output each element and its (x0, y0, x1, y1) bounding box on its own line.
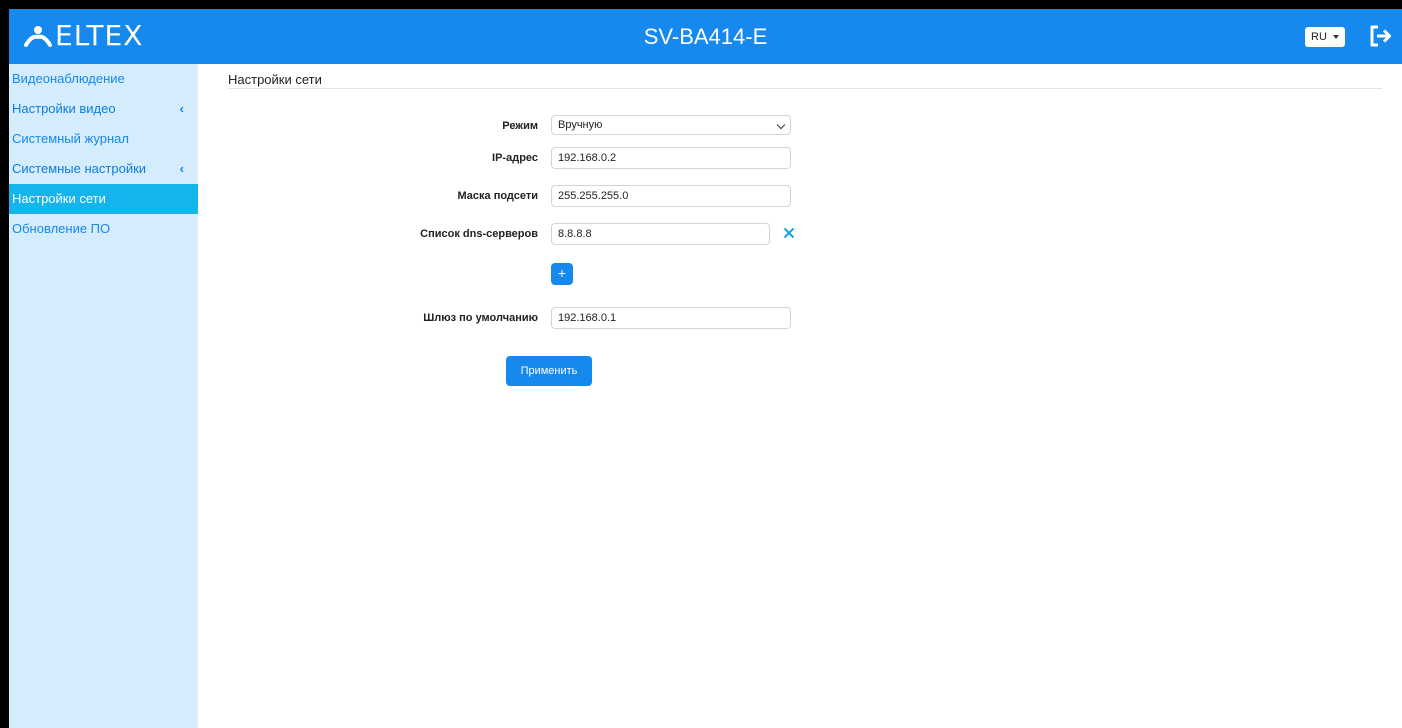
default-gateway-value: 192.168.0.1 (558, 312, 617, 324)
ip-address-field[interactable]: 192.168.0.2 (551, 147, 791, 169)
sidebar-item-label: Системные настройки (12, 161, 147, 176)
subnet-mask-field[interactable]: 255.255.255.0 (551, 185, 791, 207)
dns-server-value: 8.8.8.8 (558, 228, 592, 240)
dns-label: Список dns-серверов (420, 228, 538, 240)
sidebar-item-label: Системный журнал (12, 131, 129, 146)
close-icon[interactable] (781, 225, 797, 241)
sidebar-item-video-settings[interactable]: Настройки видео ‹ (9, 94, 198, 124)
chevron-down-icon (776, 120, 786, 130)
dns-server-field[interactable]: 8.8.8.8 (551, 223, 770, 245)
logout-icon[interactable] (1369, 24, 1391, 48)
sidebar-item-system-settings[interactable]: Системные настройки ‹ (9, 154, 198, 184)
sidebar-item-label: Видеонаблюдение (12, 71, 125, 86)
sidebar-item-network-settings[interactable]: Настройки сети (9, 184, 198, 214)
sidebar: Видеонаблюдение Настройки видео ‹ Систем… (9, 64, 198, 728)
device-title: SV-BA414-E (643, 24, 768, 49)
mask-label: Маска подсети (457, 190, 538, 202)
sidebar-item-label: Настройки сети (12, 191, 106, 206)
top-header: ELTEX SV-BA414-E RU (9, 9, 1402, 64)
sidebar-item-firmware-update[interactable]: Обновление ПО (9, 214, 198, 244)
sidebar-item-video-surveillance[interactable]: Видеонаблюдение (9, 64, 198, 94)
mode-row: Режим Вручную (198, 115, 998, 137)
eltex-logo[interactable]: ELTEX (23, 19, 143, 53)
logo-text: ELTEX (55, 19, 144, 52)
sidebar-item-label: Обновление ПО (12, 221, 111, 236)
dns-row: Список dns-серверов 8.8.8.8 (198, 223, 998, 245)
chevron-left-icon: ‹ (179, 101, 184, 116)
sidebar-item-label: Настройки видео (12, 101, 116, 116)
mask-row: Маска подсети 255.255.255.0 (198, 185, 998, 207)
mode-select[interactable]: Вручную (551, 115, 791, 135)
add-dns-button[interactable]: + (551, 263, 573, 285)
ip-row: IP-адрес 192.168.0.2 (198, 147, 998, 169)
main-content: Настройки сети Режим Вручную IP-адрес 19… (198, 64, 1402, 728)
sidebar-item-system-log[interactable]: Системный журнал (9, 124, 198, 154)
screen-frame: ELTEX SV-BA414-E RU Видеонаблюдение Наст… (0, 0, 1402, 728)
page-title: Настройки сети (228, 72, 322, 87)
mode-label: Режим (502, 120, 538, 132)
language-select[interactable]: RU (1305, 27, 1345, 47)
subnet-mask-value: 255.255.255.0 (558, 190, 629, 202)
default-gateway-field[interactable]: 192.168.0.1 (551, 307, 791, 329)
apply-button[interactable]: Применить (506, 356, 592, 386)
chevron-left-icon: ‹ (179, 161, 184, 176)
mode-value: Вручную (558, 119, 603, 131)
chevron-down-icon (1333, 35, 1339, 39)
gateway-row: Шлюз по умолчанию 192.168.0.1 (198, 307, 998, 329)
language-value: RU (1311, 31, 1327, 43)
gateway-label: Шлюз по умолчанию (423, 312, 538, 324)
app-window: ELTEX SV-BA414-E RU Видеонаблюдение Наст… (9, 9, 1402, 728)
ip-label: IP-адрес (492, 152, 538, 164)
title-divider (228, 88, 1382, 89)
ip-address-value: 192.168.0.2 (558, 152, 617, 164)
eltex-logo-icon (24, 26, 52, 47)
